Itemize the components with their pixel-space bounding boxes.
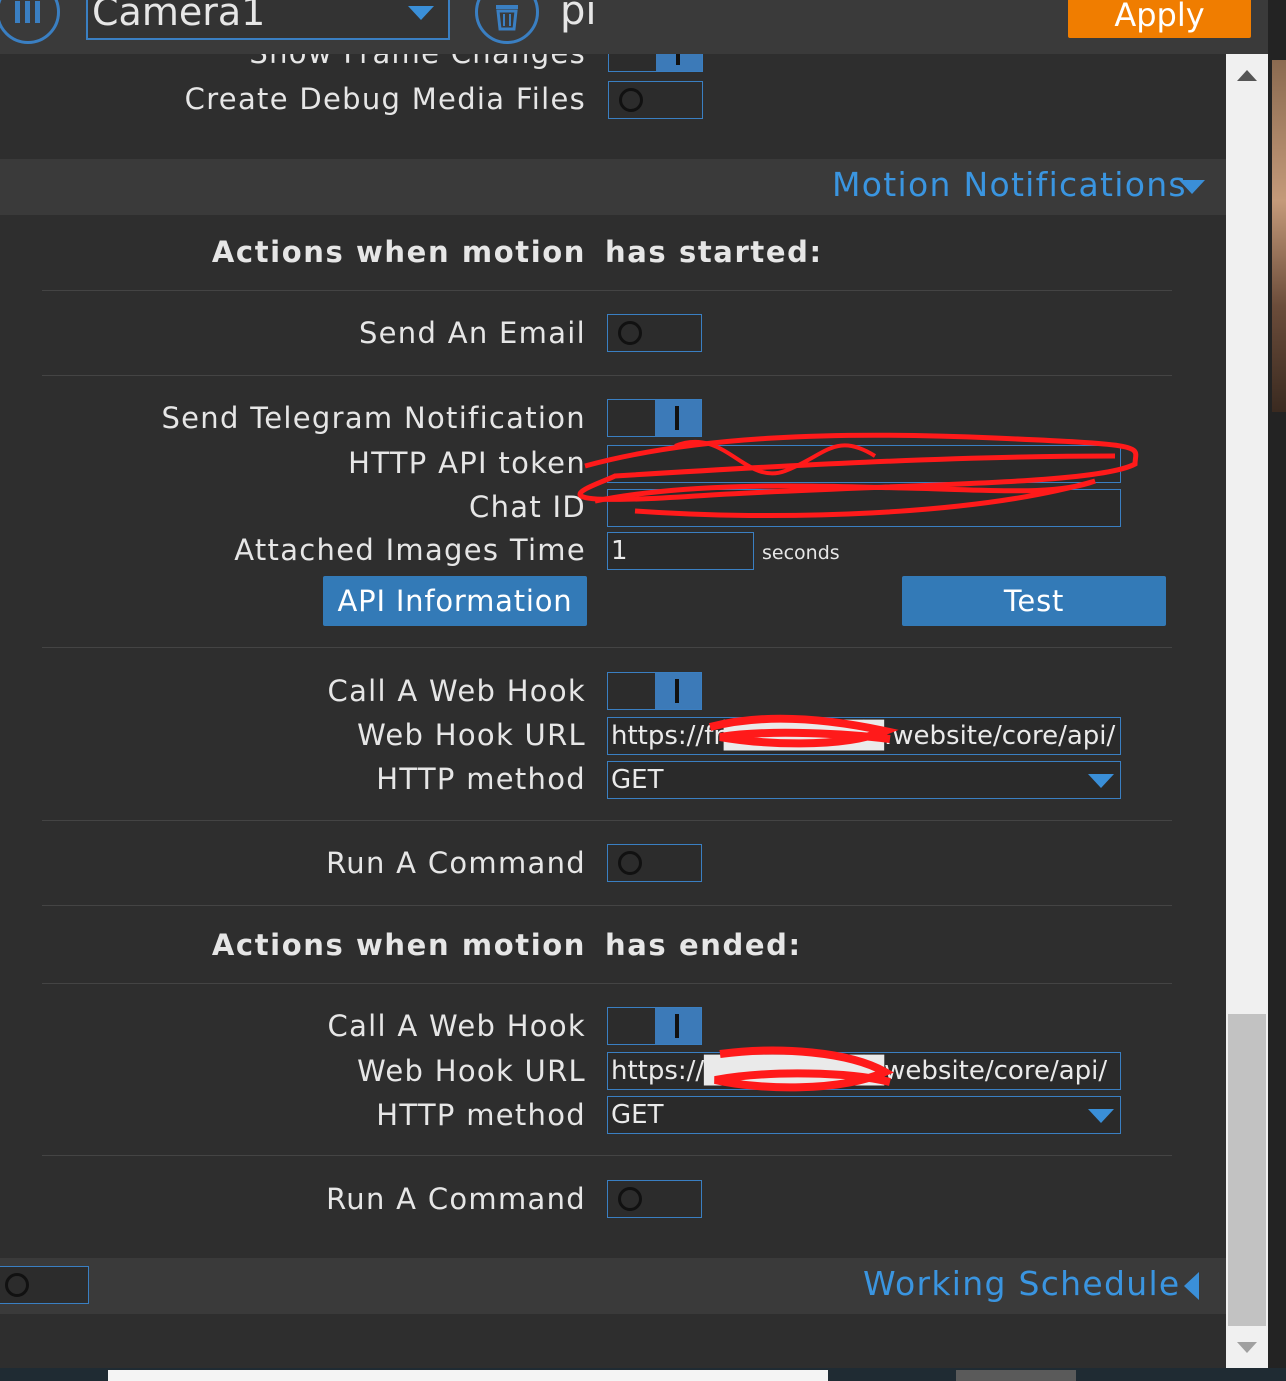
started-http-method-select[interactable]: GET <box>607 761 1121 799</box>
divider <box>42 647 1172 648</box>
scrollbar-thumb[interactable] <box>1228 1014 1266 1326</box>
started-command-toggle[interactable] <box>607 844 702 882</box>
chevron-down-icon <box>1179 180 1205 194</box>
toggle-off-knob <box>618 1187 642 1211</box>
ended-command-label: Run A Command <box>326 1182 586 1216</box>
api-token-label: HTTP API token <box>348 446 586 480</box>
redaction-scribble <box>708 714 899 748</box>
ended-http-method-label: HTTP method <box>376 1098 586 1132</box>
chevron-down-icon <box>1088 774 1114 788</box>
motion-notifications-title: Motion Notifications <box>832 165 1187 204</box>
ended-webhook-url-label: Web Hook URL <box>357 1054 586 1088</box>
divider <box>42 1155 1172 1156</box>
send-email-label: Send An Email <box>358 316 586 350</box>
working-schedule-toggle[interactable] <box>0 1266 89 1304</box>
divider <box>42 290 1172 291</box>
scroll-up-arrow-icon[interactable] <box>1237 70 1257 81</box>
create-debug-media-toggle[interactable] <box>608 81 703 119</box>
columns-icon <box>15 1 40 23</box>
redaction-scribble <box>577 432 1139 519</box>
telegram-label: Send Telegram Notification <box>161 401 586 435</box>
toggle-off-knob <box>619 88 643 112</box>
taskbar-window[interactable] <box>108 1370 828 1381</box>
ended-webhook-label: Call A Web Hook <box>327 1009 586 1043</box>
attached-images-input[interactable]: 1 <box>607 532 754 570</box>
camera-preview-edge <box>1272 60 1286 412</box>
working-schedule-title: Working Schedule <box>863 1264 1181 1303</box>
toggle-on-indicator <box>675 679 679 703</box>
show-frame-changes-toggle[interactable] <box>608 54 703 72</box>
divider <box>42 905 1172 906</box>
ended-http-method-select[interactable]: GET <box>607 1096 1121 1134</box>
divider <box>42 820 1172 821</box>
started-heading-left: Actions when motion <box>211 235 586 269</box>
show-frame-changes-label: Show Frame Changes <box>249 54 586 70</box>
motion-notifications-header[interactable]: Motion Notifications <box>0 159 1226 215</box>
toggle-off-knob <box>5 1273 29 1297</box>
api-information-button[interactable]: API Information <box>323 576 587 626</box>
settings-panel: Show Frame Changes Create Debug Media Fi… <box>0 54 1226 1368</box>
divider <box>42 375 1172 376</box>
taskbar-item[interactable] <box>956 1370 1076 1381</box>
attached-images-label: Attached Images Time <box>234 533 586 567</box>
toggle-off-knob <box>618 851 642 875</box>
chevron-down-icon <box>1088 1109 1114 1123</box>
toggle-on-indicator <box>676 54 680 65</box>
camera-select-value: Camera1 <box>92 0 266 34</box>
redaction-scribble <box>714 1046 894 1092</box>
send-email-toggle[interactable] <box>607 314 702 352</box>
menu-button[interactable] <box>0 0 60 44</box>
device-name: pi <box>560 0 597 34</box>
started-http-method-value: GET <box>611 765 664 795</box>
top-toolbar: Camera1 pi Apply <box>0 0 1286 54</box>
taskbar <box>0 1368 1286 1381</box>
delete-camera-button[interactable] <box>475 0 539 44</box>
ended-http-method-value: GET <box>611 1100 664 1130</box>
divider <box>42 983 1172 984</box>
started-command-label: Run A Command <box>326 846 586 880</box>
scroll-down-arrow-icon[interactable] <box>1237 1342 1257 1353</box>
ended-heading-right: has ended: <box>605 928 802 962</box>
chevron-down-icon <box>408 6 434 20</box>
ended-heading-left: Actions when motion <box>211 928 586 962</box>
toggle-off-knob <box>618 321 642 345</box>
apply-button[interactable]: Apply <box>1068 0 1251 38</box>
ended-command-toggle[interactable] <box>607 1180 702 1218</box>
started-heading-right: has started: <box>605 235 823 269</box>
working-schedule-header[interactable]: Working Schedule <box>0 1258 1226 1314</box>
create-debug-media-label: Create Debug Media Files <box>184 82 586 116</box>
camera-select[interactable]: Camera1 <box>86 0 450 40</box>
attached-images-unit: seconds <box>762 542 840 564</box>
test-button[interactable]: Test <box>902 576 1166 626</box>
chevron-left-icon <box>1184 1272 1199 1300</box>
started-webhook-label: Call A Web Hook <box>327 674 586 708</box>
started-webhook-toggle[interactable] <box>607 672 702 710</box>
trash-icon <box>496 5 518 31</box>
started-webhook-url-label: Web Hook URL <box>357 718 586 752</box>
toggle-on-indicator <box>675 1014 679 1038</box>
chat-id-label: Chat ID <box>469 490 586 524</box>
started-http-method-label: HTTP method <box>376 762 586 796</box>
ended-webhook-toggle[interactable] <box>607 1007 702 1045</box>
